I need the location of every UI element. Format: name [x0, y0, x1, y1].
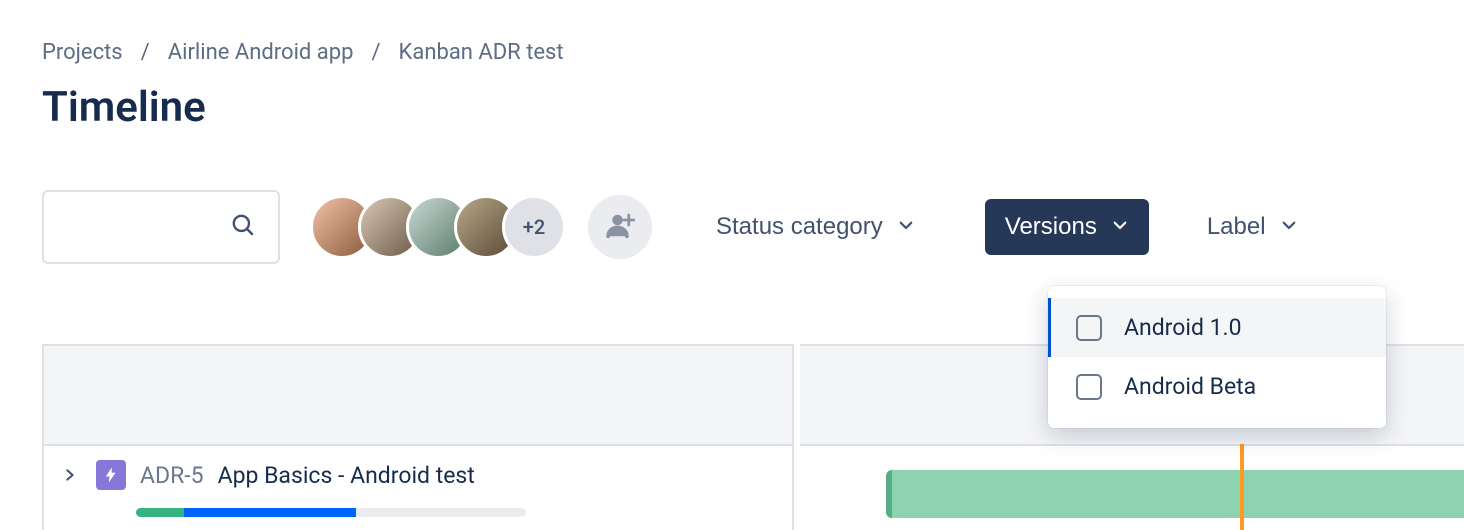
add-user-icon [605, 210, 635, 244]
search-input[interactable] [42, 190, 280, 264]
chevron-down-icon [1111, 213, 1129, 241]
label-filter[interactable]: Label [1187, 199, 1318, 255]
expand-toggle[interactable] [58, 463, 82, 487]
avatar-overflow[interactable]: +2 [502, 195, 566, 259]
page-title: Timeline [42, 83, 1422, 132]
chevron-down-icon [897, 213, 915, 241]
release-marker[interactable] [1240, 444, 1244, 530]
issue-key[interactable]: ADR-5 [140, 462, 204, 489]
breadcrumb-projects[interactable]: Projects [42, 40, 123, 65]
chevron-down-icon [1280, 213, 1298, 241]
filter-label: Label [1207, 213, 1266, 241]
breadcrumb-sep: / [141, 40, 150, 65]
progress-in-progress [184, 508, 356, 517]
filter-label: Versions [1005, 213, 1097, 241]
filter-label: Status category [716, 213, 883, 241]
versions-filter[interactable]: Versions [985, 199, 1149, 255]
status-category-filter[interactable]: Status category [696, 199, 935, 255]
issue-title[interactable]: App Basics - Android test [218, 462, 475, 489]
epic-icon [96, 460, 126, 490]
dropdown-item-label: Android Beta [1124, 373, 1256, 400]
avatar-group: +2 [310, 195, 566, 259]
breadcrumb-project[interactable]: Airline Android app [168, 40, 354, 65]
epic-bar[interactable] [886, 470, 1464, 518]
breadcrumb-board[interactable]: Kanban ADR test [399, 40, 564, 65]
search-icon [230, 212, 256, 242]
issue-progress [136, 508, 526, 517]
checkbox[interactable] [1076, 374, 1102, 400]
progress-done [136, 508, 184, 517]
dropdown-item[interactable]: Android Beta [1048, 357, 1386, 416]
dropdown-item[interactable]: Android 1.0 [1048, 298, 1386, 357]
issue-row[interactable]: ADR-5 App Basics - Android test [44, 446, 792, 490]
versions-dropdown: Android 1.0 Android Beta [1048, 286, 1386, 428]
timeline-issues-panel: ADR-5 App Basics - Android test [42, 344, 794, 530]
toolbar: +2 Status category Versions [42, 190, 1422, 264]
timeline-left-header [44, 346, 792, 446]
add-user-button[interactable] [588, 195, 652, 259]
dropdown-item-label: Android 1.0 [1124, 314, 1242, 341]
breadcrumb: Projects / Airline Android app / Kanban … [42, 40, 1422, 65]
breadcrumb-sep: / [371, 40, 380, 65]
checkbox[interactable] [1076, 315, 1102, 341]
